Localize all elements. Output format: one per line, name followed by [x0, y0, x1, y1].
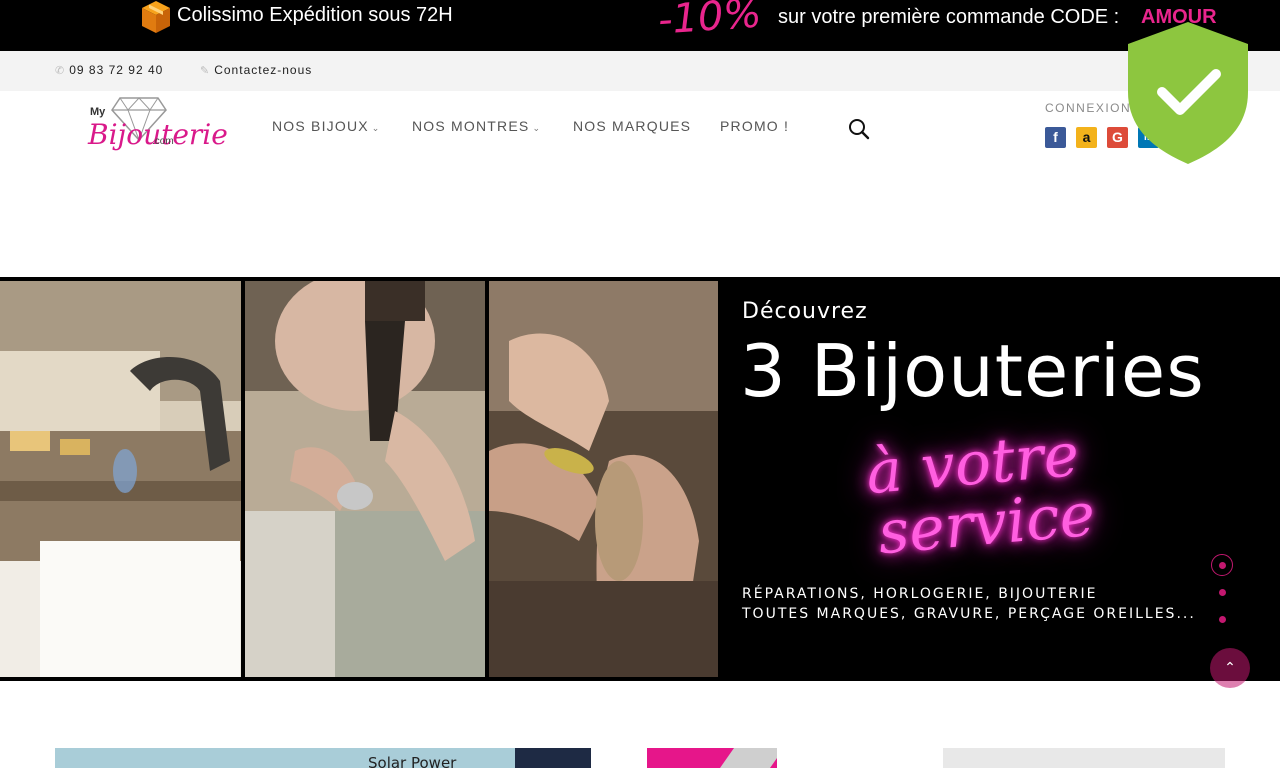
phone-number: 09 83 72 92 40	[69, 63, 164, 77]
workshop-photo-3	[489, 281, 718, 677]
nav-label: NOS BIJOUX	[272, 118, 369, 134]
slider-dot[interactable]	[1219, 616, 1226, 623]
chevron-down-icon: ⌄	[371, 123, 381, 133]
page: Colissimo Expédition sous 72H -10% sur v…	[0, 0, 1280, 768]
phone-icon: ✆	[55, 65, 66, 77]
site-logo[interactable]: My Bijouterie .com	[88, 96, 228, 158]
package-icon	[142, 1, 170, 33]
chevron-down-icon: ⌄	[532, 123, 542, 133]
nav-label: NOS MARQUES	[573, 118, 692, 134]
hero-banner[interactable]: Découvrez 3 Bijouteries à votre service …	[0, 277, 1280, 681]
shipping-promo-text: Colissimo Expédition sous 72H	[177, 4, 453, 26]
hero-pretitle: Découvrez	[742, 299, 868, 324]
nav-item-montres[interactable]: NOS MONTRES ⌄	[412, 118, 573, 134]
product-banner-1[interactable]	[55, 748, 591, 768]
contact-bar: ✆ 09 83 72 92 40 ✎ Contactez-nous	[0, 51, 1280, 91]
contact-link[interactable]: ✎ Contactez-nous	[200, 63, 312, 77]
nav-label: PROMO !	[720, 118, 790, 134]
nav-item-promo[interactable]: PROMO !	[720, 118, 800, 134]
nav-item-bijoux[interactable]: NOS BIJOUX ⌄	[272, 118, 412, 134]
logo-suffix: .com	[152, 136, 174, 147]
amazon-icon[interactable]: a	[1076, 127, 1097, 148]
hero-title: 3 Bijouteries	[740, 329, 1205, 413]
search-icon[interactable]	[848, 118, 870, 140]
main-nav: NOS BIJOUX ⌄ NOS MONTRES ⌄ NOS MARQUES PRO…	[272, 118, 800, 134]
product-banner-3[interactable]	[943, 748, 1225, 768]
slider-dot[interactable]	[1219, 562, 1226, 569]
nav-label: NOS MONTRES	[412, 118, 530, 134]
hero-services-line-1: RÉPARATIONS, HORLOGERIE, BIJOUTERIE	[742, 586, 1098, 602]
facebook-icon[interactable]: f	[1045, 127, 1066, 148]
promo-bar[interactable]: Colissimo Expédition sous 72H -10% sur v…	[0, 0, 1280, 51]
shield-check-icon[interactable]	[1124, 18, 1252, 166]
pencil-icon: ✎	[200, 65, 211, 77]
nav-item-marques[interactable]: NOS MARQUES	[573, 118, 720, 134]
phone-link[interactable]: ✆ 09 83 72 92 40	[55, 63, 163, 77]
workshop-photo-1	[0, 281, 241, 677]
discount-promo-text: sur votre première commande CODE :	[778, 6, 1120, 28]
login-label: CONNEXION	[1045, 101, 1132, 115]
slider-pagination	[1211, 554, 1233, 634]
workshop-photo-2	[245, 281, 485, 677]
hero-services-line-2: TOUTES MARQUES, GRAVURE, PERÇAGE OREILLE…	[742, 606, 1196, 622]
product-banner-title: Solar Power	[368, 754, 457, 768]
discount-badge: -10%	[656, 0, 763, 44]
chevron-up-icon: ⌃	[1224, 659, 1236, 675]
logo-prefix: My	[90, 106, 106, 118]
slider-dot[interactable]	[1219, 589, 1226, 596]
back-to-top-button[interactable]: ⌃	[1210, 648, 1250, 688]
contact-label: Contactez-nous	[214, 63, 313, 77]
product-banner-2[interactable]	[647, 748, 777, 768]
